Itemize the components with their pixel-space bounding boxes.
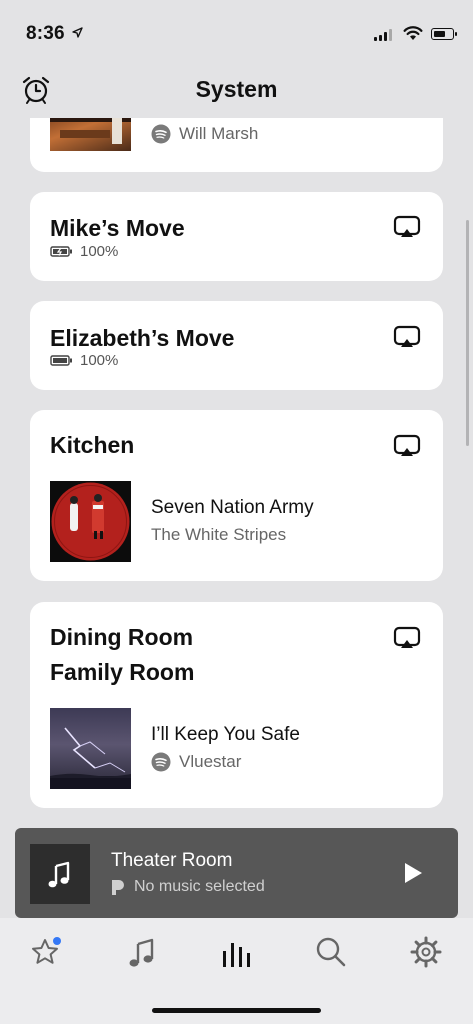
airplay-icon[interactable] xyxy=(393,215,421,239)
spotify-icon xyxy=(151,752,171,772)
airplay-icon[interactable] xyxy=(393,434,421,458)
track-title: I’ll Keep You Safe xyxy=(151,724,300,745)
album-art-image xyxy=(51,482,130,561)
status-time: 8:36 xyxy=(26,23,65,44)
album-art-image xyxy=(50,727,131,789)
location-arrow-icon xyxy=(72,27,83,38)
music-note-icon xyxy=(48,861,70,888)
battery-full-icon xyxy=(50,355,72,366)
mini-player-status-row: No music selected xyxy=(111,878,265,896)
scrollbar[interactable] xyxy=(466,220,469,446)
battery-percent: 100% xyxy=(80,352,119,369)
room-name: Kitchen xyxy=(50,432,135,458)
pandora-icon xyxy=(112,879,124,895)
track-artist: Vluestar xyxy=(179,752,242,771)
play-icon[interactable] xyxy=(401,860,425,886)
rooms-bars-icon xyxy=(223,943,250,967)
battery-percent: 100% xyxy=(80,243,119,260)
star-icon xyxy=(32,937,61,964)
room-card-mikes-move[interactable]: Mike’s Move 100% xyxy=(30,192,443,281)
nav-header: System xyxy=(0,70,473,118)
room-card-kitchen[interactable]: Kitchen Seven Nation Army The White Stri… xyxy=(30,410,443,581)
airplay-icon[interactable] xyxy=(393,626,421,650)
room-card-elizabeths-move[interactable]: Elizabeth’s Move 100% xyxy=(30,301,443,390)
music-note-tab-icon xyxy=(129,938,154,967)
room-name-line1: Dining Room xyxy=(50,624,194,650)
track-artist: The White Stripes xyxy=(151,525,287,544)
track-source-row: Vluestar xyxy=(151,752,241,772)
track-title: Seven Nation Army xyxy=(151,497,314,518)
home-indicator[interactable] xyxy=(152,1008,321,1013)
battery-icon xyxy=(431,28,457,40)
room-name: Elizabeth’s Move xyxy=(50,325,235,351)
spotify-icon xyxy=(151,124,171,144)
cellular-signal-icon xyxy=(374,29,392,41)
search-icon xyxy=(316,937,346,967)
mini-player[interactable]: Theater Room No music selected xyxy=(15,828,458,918)
mini-player-artwork xyxy=(30,844,90,904)
album-art-image xyxy=(50,118,131,144)
battery-charging-icon xyxy=(50,246,72,257)
source-label: Will Marsh xyxy=(179,124,259,143)
notification-badge xyxy=(53,937,61,945)
page-title: System xyxy=(195,76,278,102)
tab-system[interactable] xyxy=(216,932,256,972)
room-card-dining-family[interactable]: Dining Room Family Room I’ll Keep You Sa… xyxy=(30,602,443,808)
room-name: Mike’s Move xyxy=(50,215,185,241)
battery-status: 100% xyxy=(50,352,118,369)
tab-browse[interactable] xyxy=(122,932,162,972)
wifi-icon xyxy=(403,26,423,40)
album-art[interactable] xyxy=(50,481,131,562)
album-art[interactable] xyxy=(50,708,131,789)
battery-status: 100% xyxy=(50,243,118,260)
tab-search[interactable] xyxy=(311,932,351,972)
tab-favorites[interactable] xyxy=(27,932,67,972)
mini-player-room: Theater Room xyxy=(111,850,233,871)
album-art-partial xyxy=(50,118,131,151)
room-card-partial[interactable]: Will Marsh xyxy=(30,118,443,172)
room-list[interactable]: Will Marsh Mike’s Move 100% Elizabeth’s … xyxy=(0,118,473,824)
status-bar: 8:36 xyxy=(0,0,473,70)
source-label-row: Will Marsh xyxy=(151,124,258,144)
mini-player-status: No music selected xyxy=(134,878,265,895)
gear-icon xyxy=(410,936,442,968)
room-name-line2: Family Room xyxy=(50,659,195,685)
tab-settings[interactable] xyxy=(406,932,446,972)
airplay-icon[interactable] xyxy=(393,325,421,349)
